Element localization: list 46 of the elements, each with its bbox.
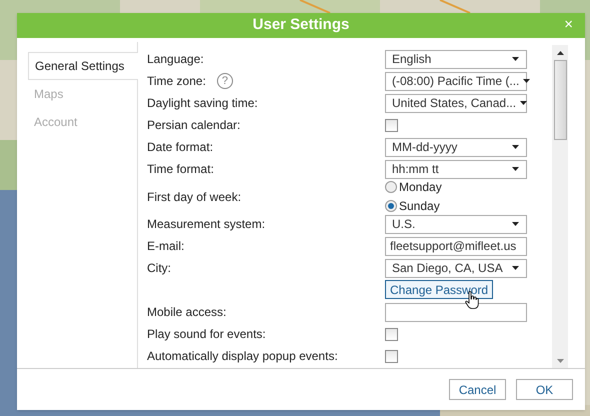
dropdown-caret-icon (512, 266, 519, 270)
checkbox[interactable] (385, 328, 398, 340)
text-field[interactable] (385, 302, 527, 322)
checkbox[interactable] (385, 350, 398, 362)
checkbox[interactable] (385, 118, 398, 132)
dropdown[interactable]: English (385, 50, 527, 68)
field-label: First day of week: (147, 188, 242, 206)
dropdown-caret-icon (512, 167, 519, 171)
field-label: Persian calendar: (147, 117, 240, 134)
dropdown[interactable]: San Diego, CA, USA (385, 258, 527, 278)
dropdown[interactable]: hh:mm tt (385, 160, 527, 178)
dialog-title: User Settings (252, 15, 350, 36)
field-label: Time zone: (147, 73, 206, 90)
scrollbar[interactable] (552, 45, 568, 368)
radio-button[interactable] (385, 200, 397, 212)
dropdown-caret-icon (512, 222, 519, 226)
field-label: City: (147, 260, 171, 277)
field-label: Automatically display popup events: (147, 348, 338, 365)
radio-label: Sunday (399, 198, 440, 215)
dropdown-caret-icon (520, 101, 528, 105)
dropdown-caret-icon (512, 145, 519, 149)
dialog-button[interactable]: Cancel (449, 379, 506, 400)
dropdown[interactable]: (-08:00) Pacific Time (... (385, 72, 527, 90)
dialog-button[interactable]: OK (516, 379, 573, 400)
field-label: Language: (147, 51, 204, 68)
scroll-thumb[interactable] (554, 60, 566, 140)
radio-button[interactable] (385, 181, 397, 193)
field-label: Time format: (147, 161, 214, 178)
settings-tab[interactable]: General Settings (28, 52, 138, 80)
help-icon[interactable]: ? (216, 73, 233, 89)
field-label: Daylight saving time: (147, 95, 258, 112)
scroll-down-icon (556, 359, 564, 363)
change-password-button[interactable]: Change Password (385, 280, 494, 299)
dropdown[interactable]: U.S. (385, 214, 527, 234)
dropdown[interactable]: United States, Canad... (385, 94, 527, 112)
text-field[interactable]: fleetsupport@mifleet.us (385, 236, 527, 256)
field-label: Mobile access: (147, 304, 226, 321)
radio-label: Monday (399, 179, 442, 196)
dropdown[interactable]: MM-dd-yyyy (385, 138, 527, 156)
dropdown-caret-icon (512, 57, 519, 61)
field-label: Date format: (147, 139, 214, 156)
field-label: Measurement system: (147, 216, 266, 233)
field-label: Play sound for events: (147, 326, 266, 343)
scroll-up-icon (556, 51, 564, 55)
field-label: E-mail: (147, 238, 184, 255)
dropdown-caret-icon (523, 79, 530, 83)
